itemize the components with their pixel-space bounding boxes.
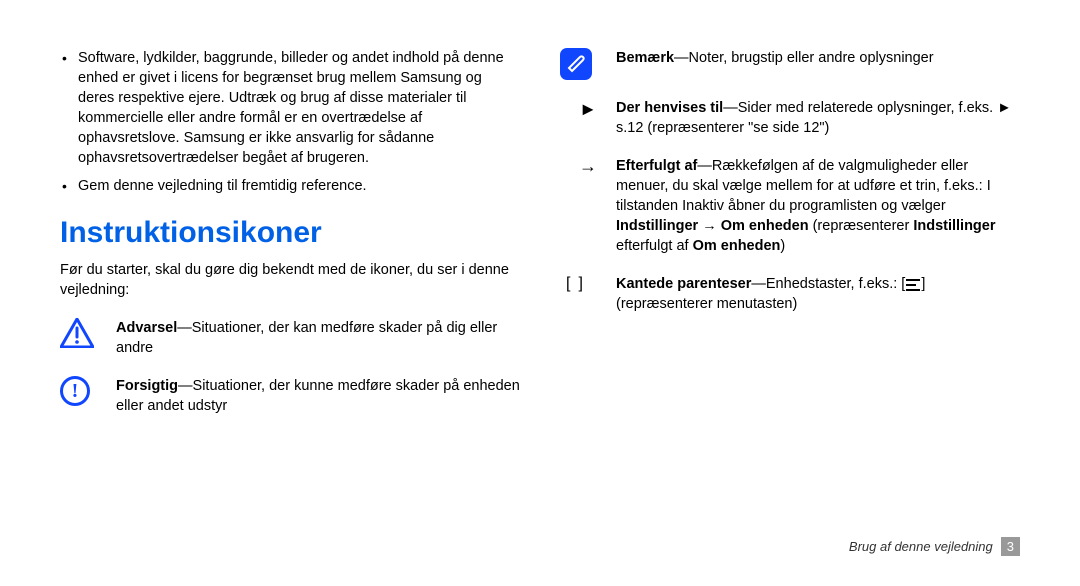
icon-definition-warning: Advarsel—Situationer, der kan medføre sk… [60, 318, 520, 358]
brackets-text-part: —Enhedstaster, f.eks.: [ [751, 276, 905, 292]
bullet-text: Gem denne vejledning til fremtidig refer… [78, 176, 367, 196]
arrow-icon: → [560, 156, 616, 256]
left-column: • Software, lydkilder, baggrunde, billed… [60, 48, 520, 537]
note-text: —Noter, brugstip eller andre oplysninger [674, 50, 934, 66]
reference-description: Der henvises til—Sider med relaterede op… [616, 98, 1020, 138]
bullet-list: • Software, lydkilder, baggrunde, billed… [60, 48, 520, 196]
warning-label: Advarsel [116, 320, 177, 336]
followed-text-part: ) [780, 238, 785, 254]
followed-bold-part: Indstillinger → Om enheden [616, 218, 809, 234]
reference-icon: ► [560, 98, 616, 138]
bracket-right: ] [578, 275, 590, 292]
followed-by-label: Efterfulgt af [616, 158, 697, 174]
caution-icon: ! [60, 376, 116, 416]
bullet-text: Software, lydkilder, baggrunde, billeder… [78, 48, 520, 168]
followed-bold-part: Indstillinger [913, 218, 995, 234]
page: • Software, lydkilder, baggrunde, billed… [0, 0, 1080, 586]
icon-definition-note: Bemærk—Noter, brugstip eller andre oplys… [560, 48, 1020, 80]
icon-definition-brackets: [] Kantede parenteser—Enhedstaster, f.ek… [560, 274, 1020, 314]
icon-definition-followed-by: → Efterfulgt af—Rækkefølgen af de valgmu… [560, 156, 1020, 256]
brackets-label: Kantede parenteser [616, 276, 751, 292]
note-icon [560, 48, 616, 80]
icon-definition-caution: ! Forsigtig—Situationer, der kunne medfø… [60, 376, 520, 416]
section-heading: Instruktionsikoner [60, 216, 520, 250]
page-footer: Brug af denne vejledning 3 [60, 537, 1020, 556]
menu-key-icon [906, 279, 920, 290]
bracket-left: [ [566, 275, 578, 292]
caution-label: Forsigtig [116, 378, 178, 394]
bullet-dot-icon: • [60, 48, 78, 168]
right-column: Bemærk—Noter, brugstip eller andre oplys… [560, 48, 1020, 537]
warning-description: Advarsel—Situationer, der kan medføre sk… [116, 318, 520, 358]
brackets-description: Kantede parenteser—Enhedstaster, f.eks.:… [616, 274, 1020, 314]
warning-icon [60, 318, 116, 358]
followed-text-part: efterfulgt af [616, 238, 693, 254]
followed-bold-part: Om enheden [693, 238, 781, 254]
icon-definition-reference: ► Der henvises til—Sider med relaterede … [560, 98, 1020, 138]
page-number: 3 [1001, 537, 1020, 556]
followed-text-part: (repræsenterer [809, 218, 914, 234]
bullet-dot-icon: • [60, 176, 78, 196]
brackets-icon: [] [560, 274, 616, 314]
followed-by-description: Efterfulgt af—Rækkefølgen af de valgmuli… [616, 156, 1020, 256]
footer-section-name: Brug af denne vejledning [849, 539, 993, 554]
note-description: Bemærk—Noter, brugstip eller andre oplys… [616, 48, 934, 80]
caution-description: Forsigtig—Situationer, der kunne medføre… [116, 376, 520, 416]
list-item: • Software, lydkilder, baggrunde, billed… [60, 48, 520, 168]
note-label: Bemærk [616, 50, 674, 66]
list-item: • Gem denne vejledning til fremtidig ref… [60, 176, 520, 196]
two-column-layout: • Software, lydkilder, baggrunde, billed… [60, 48, 1020, 537]
reference-label: Der henvises til [616, 100, 723, 116]
section-intro: Før du starter, skal du gøre dig bekendt… [60, 260, 520, 300]
